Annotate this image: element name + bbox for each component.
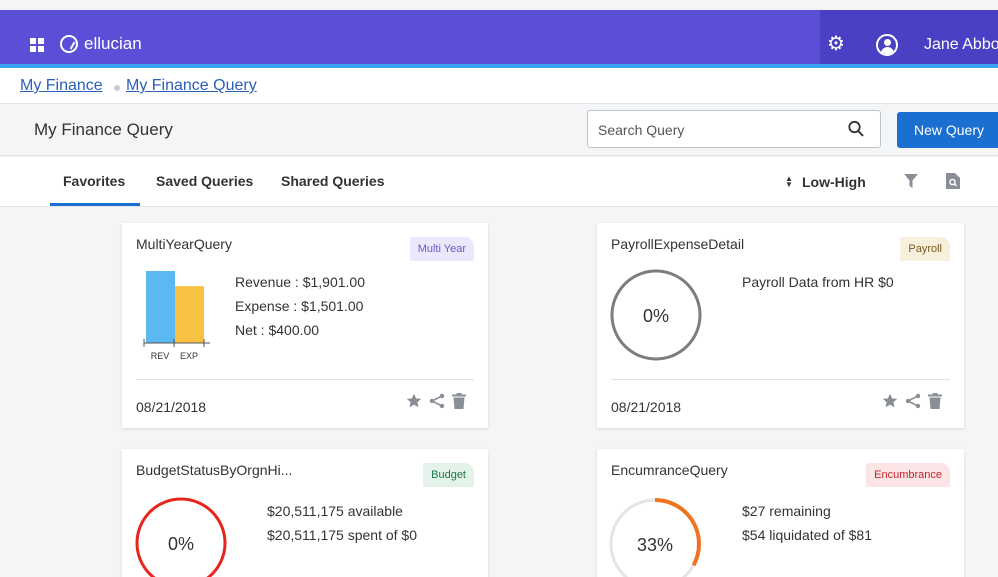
breadcrumb: My Finance My Finance Query — [0, 68, 998, 104]
card-tag: Encumbrance — [866, 463, 950, 487]
bar-exp — [175, 286, 204, 343]
search-input[interactable] — [598, 120, 828, 140]
card-divider — [136, 379, 474, 380]
document-search-icon[interactable] — [946, 173, 960, 189]
bar-label-rev: REV — [151, 351, 170, 361]
avatar-icon[interactable] — [876, 34, 898, 56]
card-tag: Budget — [423, 463, 474, 487]
progress-percent: 0% — [168, 534, 194, 554]
user-name[interactable]: Jane Abbo — [924, 36, 998, 54]
card-title: BudgetStatusByOrgnHi... — [136, 462, 293, 478]
query-card-encumbrance[interactable]: EncumranceQuery Encumbrance 33% $27 rema… — [597, 449, 964, 577]
card-actions — [406, 393, 470, 413]
expense-text: Expense : $1,501.00 — [235, 298, 364, 314]
revenue-text: Revenue : $1,901.00 — [235, 274, 365, 290]
brand-name: ellucian — [84, 34, 142, 53]
card-title: MultiYearQuery — [136, 236, 232, 252]
bar-label-exp: EXP — [180, 351, 198, 361]
card-date: 08/21/2018 — [611, 399, 682, 415]
payroll-data-text: Payroll Data from HR $0 — [742, 274, 894, 290]
ellucian-logo[interactable]: ellucian — [60, 32, 142, 56]
page-title: My Finance Query — [34, 120, 173, 139]
share-icon[interactable] — [905, 393, 921, 411]
breadcrumb-my-finance-query[interactable]: My Finance Query — [126, 77, 257, 95]
card-actions — [882, 393, 946, 413]
query-tabs: Favorites Saved Queries Shared Queries ▲… — [0, 157, 998, 207]
query-card-payroll[interactable]: PayrollExpenseDetail Payroll 0% Payroll … — [597, 223, 964, 428]
tab-saved-queries[interactable]: Saved Queries — [156, 173, 253, 189]
tab-shared-queries[interactable]: Shared Queries — [281, 173, 385, 189]
filter-icon[interactable] — [904, 174, 918, 188]
card-date: 08/21/2018 — [136, 399, 207, 415]
page-header: My Finance Query New Query — [0, 104, 998, 156]
spent-text: $20,511,175 spent of $0 — [267, 527, 417, 543]
remaining-text: $27 remaining — [742, 503, 831, 519]
card-divider — [611, 379, 950, 380]
ellucian-logo-icon — [60, 35, 78, 53]
sort-arrows-icon: ▲ ▼ — [785, 174, 793, 189]
search-box — [587, 110, 881, 148]
liquidated-text: $54 liquidated of $81 — [742, 527, 872, 543]
active-tab-indicator — [50, 203, 140, 206]
top-app-bar: ellucian ⚙ Jane Abbo — [0, 10, 998, 64]
progress-percent: 0% — [643, 306, 669, 326]
bar-rev — [146, 271, 175, 343]
share-icon[interactable] — [429, 393, 445, 411]
trash-icon[interactable] — [928, 393, 944, 411]
breadcrumb-my-finance[interactable]: My Finance — [20, 77, 103, 95]
query-card-multi-year[interactable]: MultiYearQuery Multi Year REV EXP Revenu… — [122, 223, 488, 428]
sort-label: Low-High — [802, 174, 866, 190]
card-title: PayrollExpenseDetail — [611, 236, 745, 252]
new-query-button[interactable]: New Query — [897, 112, 998, 148]
revenue-expense-bar-chart: REV EXP — [143, 271, 210, 361]
progress-percent: 33% — [637, 535, 673, 555]
query-card-budget[interactable]: BudgetStatusByOrgnHi... Budget 0% $20,51… — [122, 449, 488, 577]
budget-progress-ring: 0% — [135, 497, 227, 577]
encumbrance-progress-ring: 33% — [609, 498, 701, 577]
search-icon[interactable] — [848, 120, 864, 138]
available-text: $20,511,175 available — [267, 503, 403, 519]
card-tag: Multi Year — [409, 237, 474, 261]
app-grid-icon[interactable] — [30, 38, 44, 52]
breadcrumb-separator — [114, 85, 120, 91]
sort-button[interactable]: ▲ ▼ Low-High — [784, 174, 866, 190]
net-text: Net : $400.00 — [235, 322, 320, 338]
payroll-progress-ring: 0% — [610, 269, 702, 361]
tab-favorites[interactable]: Favorites — [63, 173, 125, 189]
trash-icon[interactable] — [452, 393, 468, 411]
star-icon[interactable] — [882, 393, 898, 411]
card-title: EncumranceQuery — [611, 462, 728, 478]
star-icon[interactable] — [406, 393, 422, 411]
card-tag: Payroll — [900, 237, 950, 261]
gear-icon[interactable]: ⚙ — [826, 34, 846, 54]
